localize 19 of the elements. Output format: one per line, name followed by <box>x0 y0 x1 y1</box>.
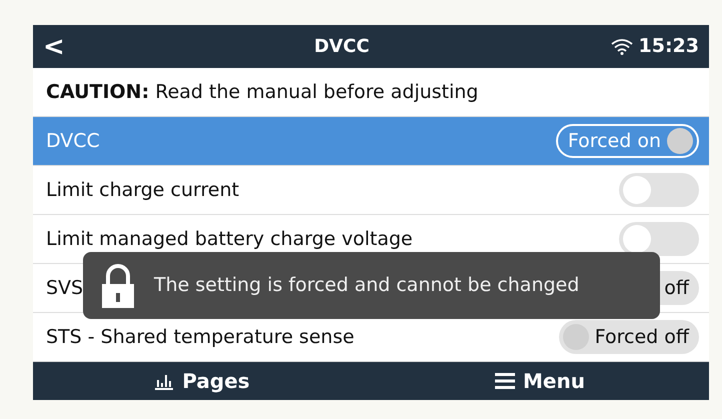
pages-button[interactable]: Pages <box>33 362 371 400</box>
setting-label: STS - Shared temperature sense <box>46 324 354 350</box>
forced-toggle[interactable]: Forced off <box>558 320 699 354</box>
back-button[interactable]: < <box>43 34 73 60</box>
toggle-switch[interactable] <box>619 222 699 256</box>
wifi-icon <box>610 38 633 54</box>
clock-time: 15:23 <box>638 34 699 60</box>
page-title: DVCC <box>314 35 370 59</box>
setting-label: SVS <box>46 276 84 301</box>
setting-label: Limit charge current <box>46 178 240 203</box>
bar-chart-icon <box>154 372 174 390</box>
menu-icon <box>495 372 516 390</box>
setting-label: Limit managed battery charge voltage <box>46 226 413 252</box>
toggle-switch[interactable] <box>619 173 699 207</box>
lock-icon <box>100 264 136 308</box>
setting-label: DVCC <box>46 128 100 154</box>
menu-button[interactable]: Menu <box>371 362 709 400</box>
toast-message: The setting is forced and cannot be changed <box>154 273 580 298</box>
caution-text: CAUTION: Read the manual before adjusting <box>46 80 478 105</box>
